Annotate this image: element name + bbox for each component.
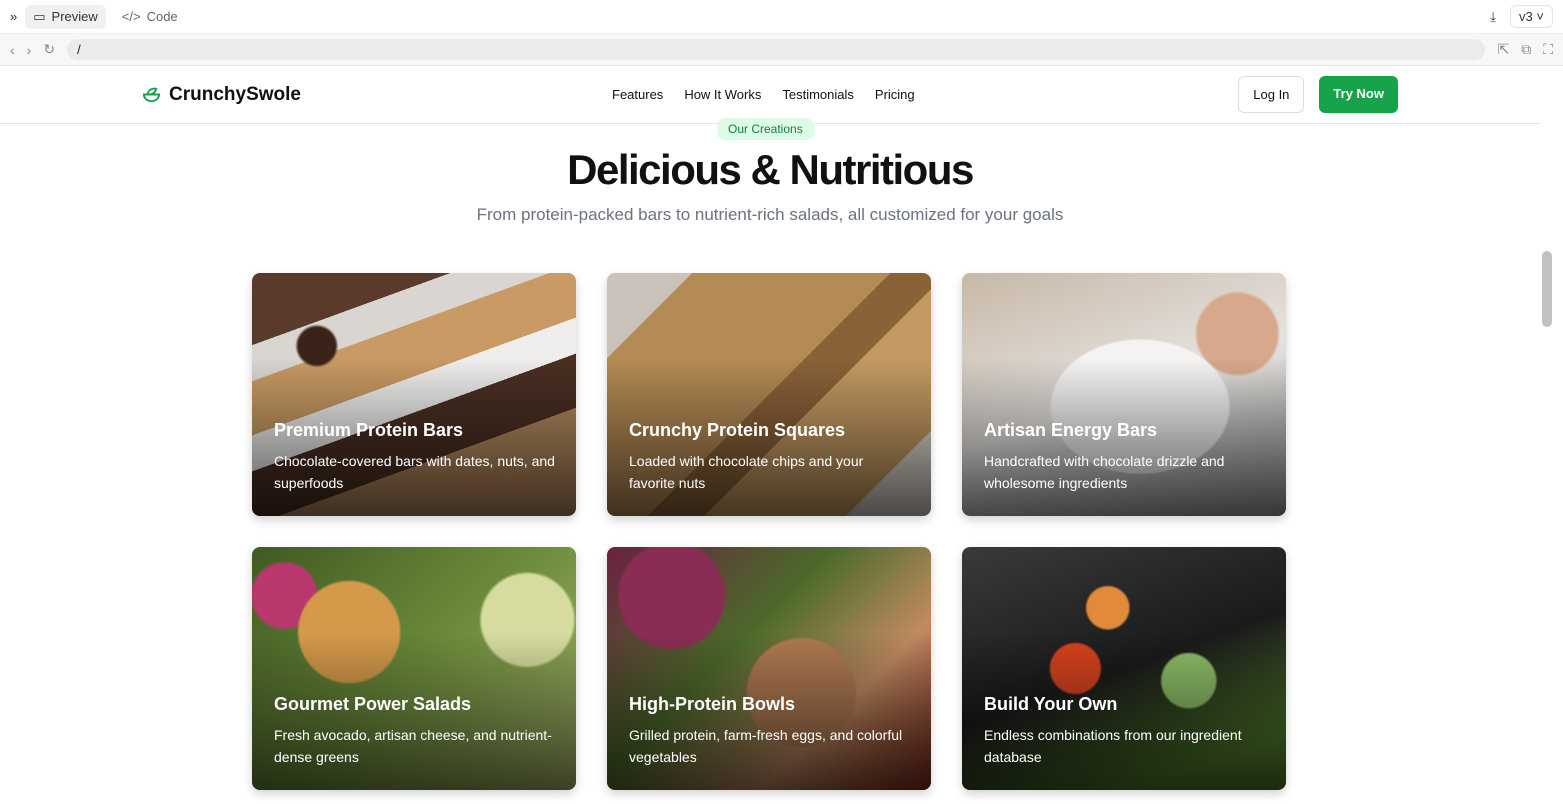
open-window-icon[interactable]: ⧉ [1521, 41, 1531, 58]
reload-icon[interactable]: ↻ [43, 41, 55, 58]
code-icon: </> [121, 9, 141, 24]
card-description: Handcrafted with chocolate drizzle and w… [984, 453, 1225, 491]
ide-toolbar: » ▭ Preview </> Code ⤓ v3 ˅ [0, 0, 1563, 33]
tab-code[interactable]: </> Code [114, 5, 186, 28]
tab-preview[interactable]: ▭ Preview [25, 4, 106, 29]
back-icon[interactable]: ‹ [10, 42, 15, 58]
expand-icon[interactable]: » [10, 9, 17, 24]
card-title: Gourmet Power Salads [274, 694, 472, 714]
card-description: Chocolate-covered bars with dates, nuts,… [274, 453, 555, 491]
forward-icon[interactable]: › [27, 42, 32, 58]
product-card[interactable]: Gourmet Power Salads Fresh avocado, artis… [252, 547, 576, 790]
card-description: Endless combinations from our ingredient… [984, 727, 1242, 765]
tab-code-label: Code [146, 9, 178, 24]
window-icon: ▭ [33, 8, 46, 24]
fullscreen-icon[interactable]: ⛶ [1543, 41, 1553, 58]
section-title: Delicious & Nutritious [567, 146, 974, 193]
version-label: v3 [1519, 9, 1533, 24]
card-title: Build Your Own [984, 694, 1118, 714]
version-select[interactable]: v3 ˅ [1510, 5, 1553, 28]
card-description: Fresh avocado, artisan cheese, and nutri… [274, 727, 552, 765]
product-grid: Premium Protein Bars Chocolate-covered ba… [252, 273, 1286, 790]
product-card[interactable]: Build Your Own Endless combinations from … [962, 547, 1286, 790]
card-title: Premium Protein Bars [274, 420, 464, 440]
salad-bowl-icon [142, 87, 161, 103]
url-text: / [77, 42, 81, 57]
section-badge: Our Creations [717, 118, 814, 140]
card-title: Crunchy Protein Squares [629, 420, 846, 440]
nav-link-features[interactable]: Features [612, 87, 663, 102]
scrollbar[interactable] [1540, 66, 1563, 804]
site-header: CrunchySwole Features How It Works Testi… [0, 66, 1540, 124]
scrollbar-thumb[interactable] [1542, 251, 1552, 327]
address-bar: ‹ › ↻ / ⇱ ⧉ ⛶ [0, 33, 1563, 66]
url-input[interactable]: / [67, 39, 1486, 60]
card-title: Artisan Energy Bars [984, 420, 1158, 440]
product-card[interactable]: Crunchy Protein Squares Loaded with choco… [607, 273, 931, 516]
card-description: Loaded with chocolate chips and your fav… [629, 453, 864, 491]
product-card[interactable]: High-Protein Bowls Grilled protein, farm-… [607, 547, 931, 790]
card-title: High-Protein Bowls [629, 694, 795, 714]
brand-name: CrunchySwole [169, 83, 301, 105]
nav-link-how-it-works[interactable]: How It Works [684, 87, 761, 102]
nav-link-pricing[interactable]: Pricing [875, 87, 915, 102]
brand-logo[interactable]: CrunchySwole [142, 84, 301, 106]
download-icon[interactable]: ⤓ [1490, 9, 1496, 25]
tab-preview-label: Preview [51, 9, 98, 24]
section-subtitle: From protein-packed bars to nutrient-ric… [476, 205, 1064, 224]
card-description: Grilled protein, farm-fresh eggs, and co… [629, 727, 903, 765]
login-button[interactable]: Log In [1238, 76, 1305, 113]
select-element-icon[interactable]: ⇱ [1497, 41, 1509, 58]
product-card[interactable]: Artisan Energy Bars Handcrafted with choc… [962, 273, 1286, 516]
nav-link-testimonials[interactable]: Testimonials [782, 87, 854, 102]
try-now-button[interactable]: Try Now [1319, 76, 1398, 113]
preview-page: CrunchySwole Features How It Works Testi… [0, 66, 1540, 804]
product-card[interactable]: Premium Protein Bars Chocolate-covered ba… [252, 273, 576, 516]
